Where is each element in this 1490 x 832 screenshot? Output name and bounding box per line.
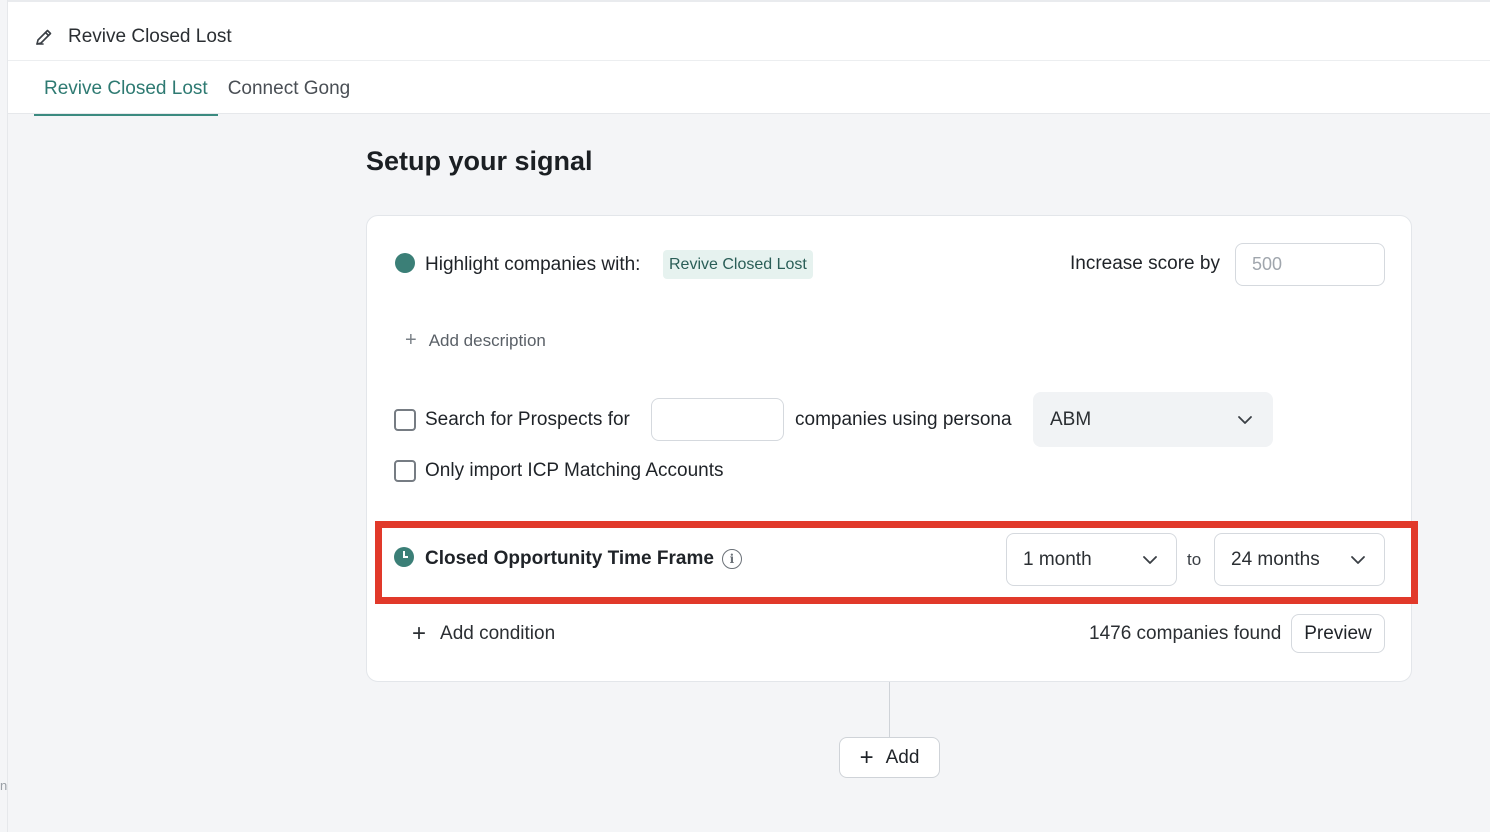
plus-icon: + (859, 743, 874, 771)
time-frame-to-select[interactable]: 24 months (1214, 533, 1385, 586)
pencil-icon[interactable] (34, 27, 54, 47)
clock-icon (394, 547, 414, 567)
tab-revive-closed-lost[interactable]: Revive Closed Lost (34, 68, 218, 116)
time-frame-to-label: to (1187, 550, 1202, 569)
page-title: Revive Closed Lost (68, 26, 232, 47)
persona-select[interactable]: ABM (1033, 392, 1273, 447)
plus-icon: + (405, 329, 417, 351)
info-icon[interactable]: i (721, 549, 742, 569)
add-button[interactable]: + Add (839, 737, 940, 778)
prospects-label: Search for Prospects for (425, 409, 630, 430)
chevron-down-icon (1238, 415, 1252, 424)
score-label: Increase score by (1070, 253, 1220, 274)
time-frame-from-value: 1 month (1023, 548, 1092, 570)
time-frame-to-value: 24 months (1231, 548, 1320, 570)
add-condition-label: Add condition (440, 623, 556, 644)
add-description-button[interactable]: + Add description (405, 329, 546, 352)
persona-label: companies using persona (795, 409, 1012, 430)
prospects-count-input[interactable] (651, 398, 784, 441)
connector-line (889, 682, 890, 738)
add-button-label: Add (885, 746, 920, 768)
signal-card: Highlight companies with: Revive Closed … (366, 215, 1412, 682)
icp-label: Only import ICP Matching Accounts (425, 460, 724, 481)
top-bar: Revive Closed Lost Revive Closed Lost Co… (8, 0, 1490, 116)
chevron-down-icon (1351, 555, 1365, 564)
preview-button[interactable]: Preview (1291, 614, 1385, 653)
add-description-label: Add description (428, 330, 546, 350)
chevron-down-icon (1143, 555, 1157, 564)
add-condition-button[interactable]: + Add condition (412, 620, 555, 648)
tab-connect-gong[interactable]: Connect Gong (218, 68, 361, 116)
score-input[interactable] (1235, 243, 1385, 286)
prospects-checkbox[interactable] (394, 409, 416, 431)
icp-checkbox[interactable] (394, 460, 416, 482)
persona-value: ABM (1050, 408, 1092, 430)
title-row: Revive Closed Lost (34, 22, 232, 52)
time-frame-label: Closed Opportunity Time Frame i (425, 548, 742, 570)
status-dot (395, 253, 415, 273)
plus-icon: + (412, 620, 427, 647)
highlight-label: Highlight companies with: (425, 254, 641, 275)
section-heading: Setup your signal (366, 146, 593, 176)
edge-text-stub: n (0, 778, 8, 793)
left-edge-panel: n (0, 0, 8, 832)
divider (8, 60, 1490, 61)
tab-bar: Revive Closed Lost Connect Gong (34, 68, 360, 116)
signal-tag: Revive Closed Lost (663, 250, 813, 279)
companies-found-count: 1476 companies found (1089, 623, 1282, 644)
time-frame-label-text: Closed Opportunity Time Frame (425, 548, 714, 569)
time-frame-from-select[interactable]: 1 month (1006, 533, 1177, 586)
